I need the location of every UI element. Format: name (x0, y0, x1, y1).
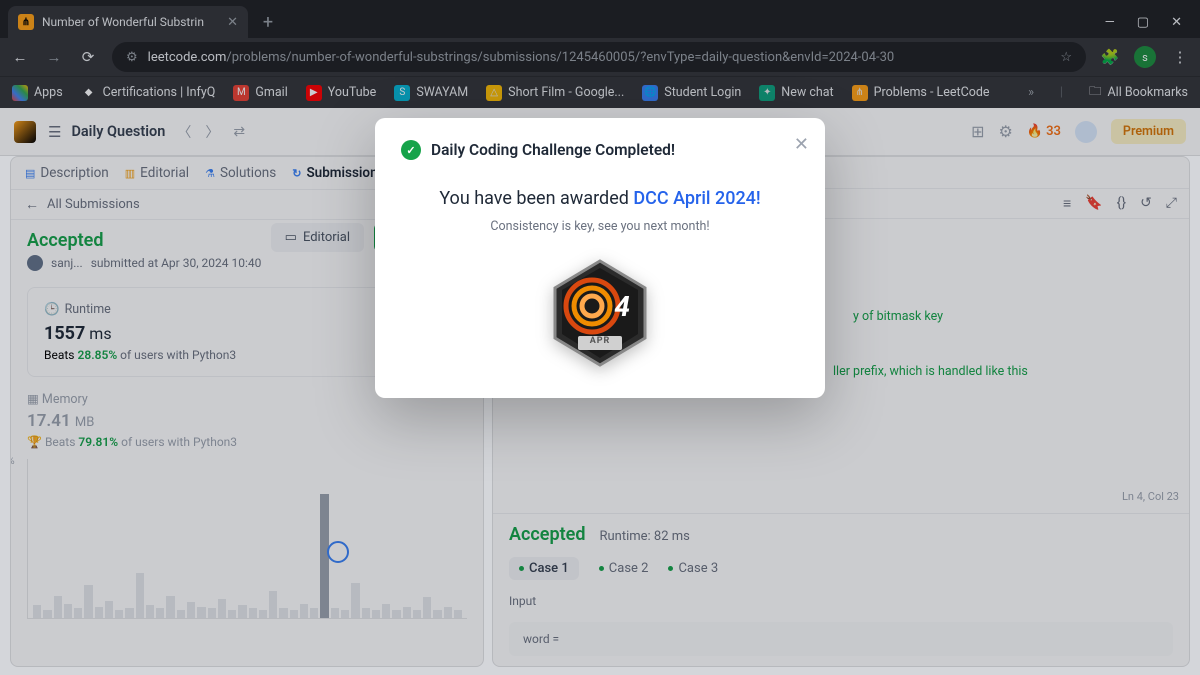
dcc-completed-modal: ✕ ✓ Daily Coding Challenge Completed! Yo… (375, 118, 825, 398)
reset-icon[interactable]: ↺ (1140, 195, 1152, 212)
case-3-tab[interactable]: Case 3 (668, 561, 718, 576)
chip-icon: ▦ (27, 392, 39, 407)
tab-description[interactable]: ▤Description (25, 165, 109, 181)
window-minimize-icon[interactable]: ― (1105, 15, 1115, 30)
address-bar: ← → ⟳ ⚙ leetcode.com/problems/number-of-… (0, 38, 1200, 76)
user-position-marker (327, 541, 349, 563)
streak-counter[interactable]: 🔥33 (1027, 124, 1061, 139)
all-bookmarks-button[interactable]: 🗀All Bookmarks (1089, 82, 1188, 103)
star-icon[interactable]: ☆ (1060, 50, 1072, 65)
window-close-icon[interactable]: ✕ (1171, 15, 1182, 30)
prev-question-icon[interactable]: 〈 (175, 122, 193, 142)
reload-icon[interactable]: ⟳ (78, 48, 98, 66)
clock-icon: 🕒 (44, 302, 60, 317)
layout-icon[interactable]: ⊞ (971, 122, 984, 141)
cursor-position: Ln 4, Col 23 (1122, 488, 1179, 507)
url-path: /problems/number-of-wonderful-substrings… (226, 50, 894, 65)
browser-tab-strip: ⋔ Number of Wonderful Substrin ✕ + ― ▢ ✕ (0, 0, 1200, 38)
editorial-button[interactable]: ▭Editorial (271, 223, 364, 252)
premium-button[interactable]: Premium (1111, 119, 1186, 144)
history-icon: ↻ (292, 167, 301, 180)
bookmark-youtube[interactable]: ▶YouTube (306, 85, 377, 101)
leetcode-favicon: ⋔ (18, 14, 34, 30)
extensions-icon[interactable]: 🧩 (1100, 48, 1120, 66)
bookmark-newchat[interactable]: ✦New chat (759, 85, 833, 101)
dcc-badge: 4 APR (550, 258, 650, 368)
bookmarks-bar: Apps ◆Certifications | InfyQ MGmail ▶You… (0, 76, 1200, 108)
award-link[interactable]: DCC April 2024! (633, 188, 760, 209)
case-2-tab[interactable]: Case 2 (599, 561, 649, 576)
fullscreen-icon[interactable]: ⤢ (1166, 195, 1177, 212)
daily-question-label[interactable]: Daily Question (71, 123, 165, 140)
site-settings-icon[interactable]: ⚙ (126, 50, 138, 65)
tab-solutions[interactable]: ⚗Solutions (205, 165, 276, 181)
shuffle-icon[interactable]: ⇄ (231, 124, 247, 140)
leetcode-logo-icon[interactable] (14, 121, 36, 143)
submitter-avatar[interactable] (27, 255, 43, 271)
tab-editorial[interactable]: ▥Editorial (125, 165, 189, 181)
bookmark-infyq[interactable]: ◆Certifications | InfyQ (81, 85, 216, 101)
submitted-at: submitted at Apr 30, 2024 10:40 (91, 256, 262, 270)
format-icon[interactable]: ≡ (1063, 195, 1071, 212)
modal-title: Daily Coding Challenge Completed! (431, 141, 675, 159)
input-box: word = (509, 622, 1173, 656)
url-host: leetcode.com (148, 50, 227, 65)
modal-subtitle: Consistency is key, see you next month! (401, 219, 799, 234)
user-avatar[interactable] (1075, 121, 1097, 143)
new-tab-button[interactable]: + (254, 8, 282, 36)
next-question-icon[interactable]: 〉 (203, 122, 221, 142)
bookmark-swayam[interactable]: SSWAYAM (394, 85, 468, 101)
runtime-chart: 10% 5% 0% (27, 459, 467, 619)
browser-tab[interactable]: ⋔ Number of Wonderful Substrin ✕ (8, 6, 248, 38)
check-circle-icon: ✓ (401, 140, 421, 160)
book-open-icon: ▭ (285, 230, 297, 245)
problem-list-icon[interactable]: ☰ (48, 123, 61, 141)
doc-icon: ▤ (25, 167, 35, 180)
window-maximize-icon[interactable]: ▢ (1137, 15, 1149, 30)
book-icon: ▥ (125, 167, 135, 180)
back-arrow-icon[interactable]: ← (25, 196, 39, 213)
input-label: Input (509, 594, 1173, 608)
settings-icon[interactable]: ⚙ (999, 122, 1013, 141)
braces-icon[interactable]: {} (1117, 195, 1126, 212)
url-field[interactable]: ⚙ leetcode.com/problems/number-of-wonder… (112, 42, 1086, 72)
close-modal-icon[interactable]: ✕ (794, 134, 809, 155)
result-runtime: Runtime: 82 ms (599, 529, 689, 544)
back-icon[interactable]: ← (10, 48, 30, 66)
result-verdict: Accepted (509, 524, 585, 545)
bookmark-shortfilm[interactable]: △Short Film - Google... (486, 85, 624, 101)
profile-avatar[interactable]: s (1134, 46, 1156, 68)
submitter-name[interactable]: sanj... (51, 256, 83, 270)
chrome-menu-icon[interactable]: ⋮ (1170, 48, 1190, 66)
test-result-panel: Accepted Runtime: 82 ms Case 1 Case 2 Ca… (493, 513, 1189, 666)
bookmark-gmail[interactable]: MGmail (233, 85, 287, 101)
apps-button[interactable]: Apps (12, 85, 63, 101)
tab-submissions[interactable]: ↻Submissions (292, 165, 384, 181)
tab-title: Number of Wonderful Substrin (42, 15, 219, 29)
fire-icon: 🔥 (1027, 124, 1043, 139)
bookmark-icon[interactable]: 🔖 (1085, 195, 1102, 212)
all-submissions-link[interactable]: All Submissions (47, 197, 140, 212)
bookmark-leetcode[interactable]: ⋔Problems - LeetCode (852, 85, 990, 101)
close-tab-icon[interactable]: ✕ (227, 15, 238, 30)
trophy-icon: 🏆 (27, 435, 42, 449)
forward-icon[interactable]: → (44, 48, 64, 66)
bookmark-studentlogin[interactable]: 🌐Student Login (642, 85, 741, 101)
bookmarks-overflow-icon[interactable]: » (1028, 85, 1034, 100)
flask-icon: ⚗ (205, 167, 215, 180)
case-1-tab[interactable]: Case 1 (509, 557, 579, 580)
memory-block: ▦ Memory 17.41 MB 🏆 Beats 79.81% of user… (27, 391, 467, 449)
